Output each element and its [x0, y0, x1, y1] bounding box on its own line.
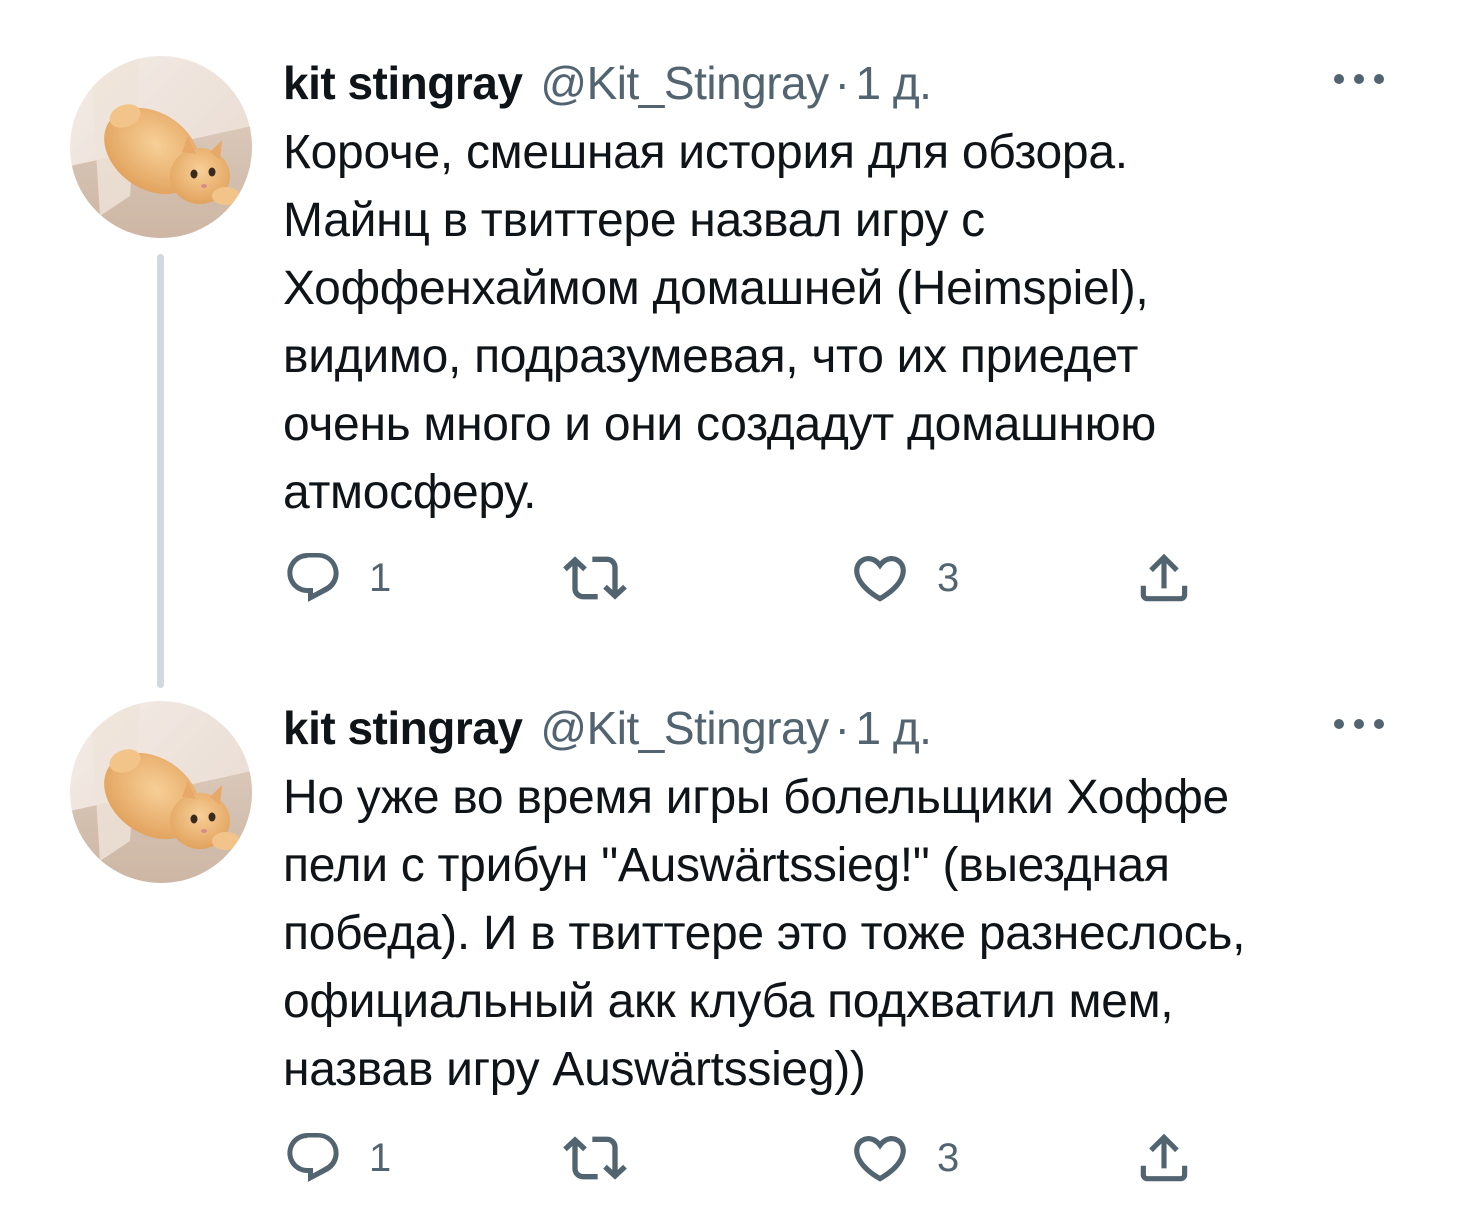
retweet-button[interactable]	[563, 1128, 653, 1188]
tweet[interactable]: kit stingray @Kit_Stingray · 1 д. Короче…	[0, 0, 1460, 690]
tweet-text-line: пели с трибун "Auswärtssieg!" (выездная	[283, 839, 1170, 892]
share-icon	[1140, 1133, 1188, 1182]
like-button[interactable]: 3	[849, 548, 959, 608]
separator-dot: ·	[834, 57, 850, 109]
tweet-text: Но уже во время игры болельщики Хоффе пе…	[283, 764, 1393, 1104]
tweet-text-line: Майнц в твиттере назвал игру с	[283, 194, 985, 247]
reply-button[interactable]: 1	[283, 548, 391, 608]
share-button[interactable]	[1133, 548, 1195, 608]
share-icon	[1140, 553, 1188, 602]
tweet-text-line: официальный акк клуба подхватил мем,	[283, 975, 1174, 1028]
user-handle[interactable]: @Kit_Stingray	[540, 55, 829, 111]
like-button[interactable]: 3	[849, 1128, 959, 1188]
more-options-icon[interactable]	[1334, 69, 1384, 89]
like-count: 3	[937, 555, 960, 600]
reply-icon	[287, 1133, 339, 1182]
cat-photo-icon	[70, 701, 252, 883]
action-bar: 1 3	[283, 548, 1203, 608]
tweet-text-line: очень много и они создадут домашнюю	[283, 398, 1156, 451]
tweet-text-line: победа). И в твиттере это тоже разнеслос…	[283, 907, 1246, 960]
tweet-text-line: атмосферу.	[283, 466, 537, 519]
tweet-text-line: Короче, смешная история для обзора.	[283, 126, 1128, 179]
tweet-header: kit stingray @Kit_Stingray · 1 д.	[283, 55, 932, 111]
heart-icon	[854, 1136, 906, 1182]
thread-line	[157, 254, 164, 688]
tweet-text-line: видимо, подразумевая, что их приедет	[283, 330, 1139, 383]
tweet-text: Короче, смешная история для обзора. Майн…	[283, 119, 1393, 527]
heart-icon	[854, 556, 906, 602]
tweet-time[interactable]: 1 д.	[855, 55, 931, 111]
avatar[interactable]	[70, 56, 252, 238]
more-options-icon[interactable]	[1334, 714, 1384, 734]
separator-dot: ·	[834, 702, 850, 754]
reply-count: 1	[369, 1135, 392, 1180]
tweet-text-line: назвав игру Auswärtssieg))	[283, 1043, 866, 1096]
retweet-button[interactable]	[563, 548, 653, 608]
avatar[interactable]	[70, 701, 252, 883]
retweet-icon	[563, 1136, 627, 1180]
tweet-text-line: Но уже во время игры болельщики Хоффе	[283, 771, 1229, 824]
display-name[interactable]: kit stingray	[283, 55, 523, 111]
reply-count: 1	[369, 555, 392, 600]
cat-photo-icon	[70, 56, 252, 238]
reply-icon	[287, 553, 339, 602]
reply-button[interactable]: 1	[283, 1128, 391, 1188]
tweet-header: kit stingray @Kit_Stingray · 1 д.	[283, 700, 932, 756]
display-name[interactable]: kit stingray	[283, 700, 523, 756]
tweet-text-line: Хоффенхаймом домашней (Heimspiel),	[283, 262, 1149, 315]
tweet[interactable]: kit stingray @Kit_Stingray · 1 д. Но уже…	[0, 690, 1460, 1231]
user-handle[interactable]: @Kit_Stingray	[540, 700, 829, 756]
tweet-time[interactable]: 1 д.	[855, 700, 931, 756]
like-count: 3	[937, 1135, 960, 1180]
action-bar: 1 3	[283, 1128, 1203, 1188]
share-button[interactable]	[1133, 1128, 1195, 1188]
retweet-icon	[563, 556, 627, 600]
